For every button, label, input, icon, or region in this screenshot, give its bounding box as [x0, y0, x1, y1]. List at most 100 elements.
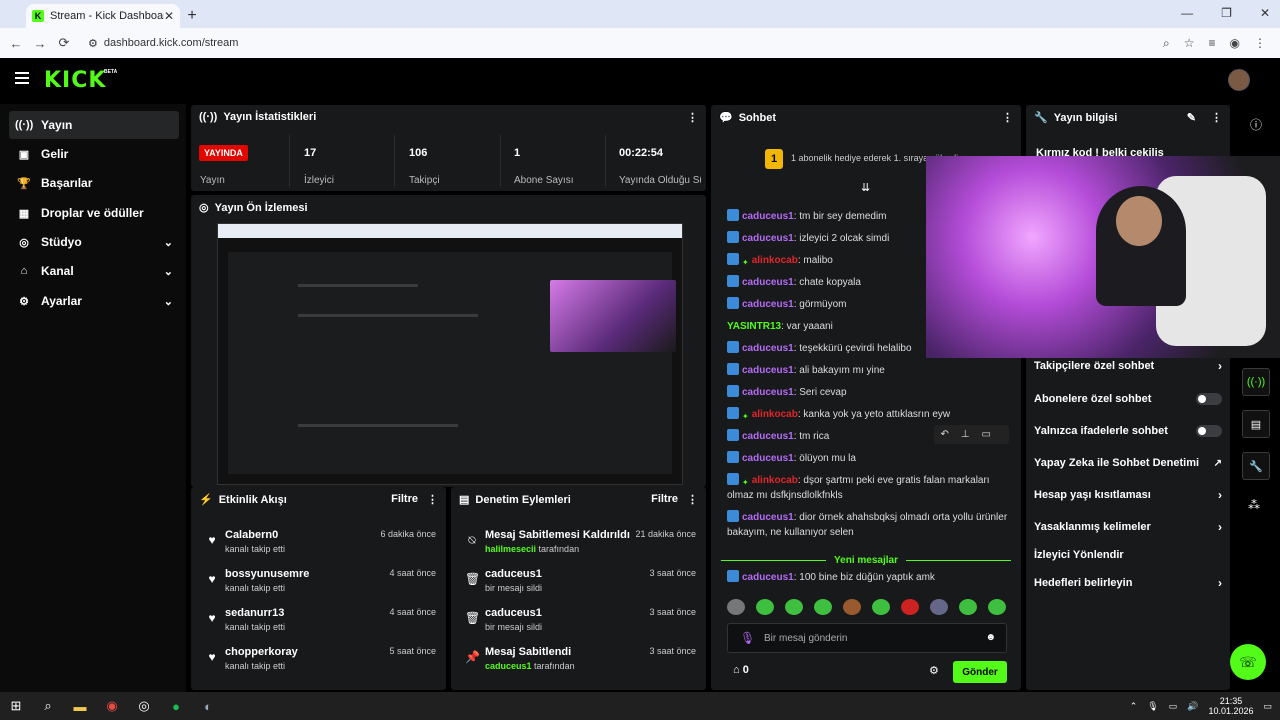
network-icon[interactable]: ▭ — [1169, 701, 1178, 712]
close-tab-icon[interactable]: ✕ — [164, 9, 174, 23]
new-tab-button[interactable]: + — [180, 4, 204, 28]
zoom-icon[interactable]: ⌕ — [1163, 36, 1170, 51]
mic-icon[interactable]: 🎙 — [740, 631, 755, 645]
sidebar-item-droplar[interactable]: ▦ Droplar ve ödüller — [9, 199, 179, 227]
setting-emotes-only[interactable]: Yalnızca ifadelerle sohbet — [1034, 416, 1222, 446]
kick-logo[interactable]: KICK — [44, 68, 106, 93]
list-item[interactable]: ♥ bossyunusemre kanalı takip etti 4 saat ön… — [205, 566, 436, 606]
list-item[interactable]: ♥ sedanurr13 kanalı takip etti 4 saat önce — [205, 605, 436, 645]
emoji-icon[interactable]: ☻ — [985, 632, 996, 643]
widgets-icon[interactable]: ⁂ — [1248, 498, 1260, 512]
sidebar-item-gelir[interactable]: ▣ Gelir — [9, 140, 179, 168]
more-options-icon[interactable]: ⋮ — [687, 111, 698, 124]
back-icon[interactable]: ← — [4, 36, 28, 51]
media-icon[interactable]: ≡ — [1209, 36, 1216, 51]
setting-banned-words[interactable]: Yasaklanmış kelimeler › — [1034, 512, 1222, 542]
pin-icon[interactable]: ⊥ — [961, 429, 982, 440]
setting-subs-only[interactable]: Abonelere özel sohbet — [1034, 384, 1222, 414]
scroll-down-icon[interactable]: ⇊ — [861, 181, 870, 194]
mic-tray-icon[interactable]: 🎙 — [1147, 701, 1158, 712]
chat-message[interactable]: ✦ alinkocab: dşor şartmı peki eve gratis … — [727, 473, 1009, 503]
chat-message[interactable]: caduceus1: ali bakayım mı yine — [727, 363, 1009, 378]
wrench-rail-icon[interactable]: 🔧 — [1242, 452, 1270, 480]
broadcast-rail-icon[interactable]: ((·)) — [1242, 368, 1270, 396]
bookmark-star-icon[interactable]: ☆ — [1184, 36, 1195, 51]
chat-message[interactable]: caduceus1: dior örnek ahahsbqksj olmadı … — [727, 510, 1009, 540]
chat-settings-icon[interactable]: ⚙ — [929, 664, 939, 677]
list-item[interactable]: 📌 Mesaj Sabitlendi caduceus1 tarafından 3 s… — [465, 644, 696, 684]
points-display[interactable]: ⌂ 0 — [733, 664, 749, 676]
file-explorer-icon[interactable]: ▬ — [64, 692, 96, 720]
chat-message[interactable]: caduceus1: ölüyon mu la — [727, 451, 1009, 466]
emote-icon[interactable] — [930, 599, 948, 615]
url-input[interactable]: dashboard.kick.com/stream — [104, 37, 239, 49]
chat-message[interactable]: caduceus1: Seri cevap — [727, 385, 1009, 400]
list-item[interactable]: 🗑 caduceus1 bir mesajı sildi 3 saat önce — [465, 566, 696, 606]
setting-ai-moderation[interactable]: Yapay Zeka ile Sohbet Denetimi ↗ — [1034, 448, 1222, 478]
reload-icon[interactable]: ⟳ — [52, 35, 76, 51]
emote-icon[interactable] — [988, 599, 1006, 615]
chat-message[interactable]: caduceus1: 100 bine biz düğün yaptık amk — [727, 570, 1009, 585]
minimize-icon[interactable]: — — [1181, 6, 1193, 20]
stream-preview-video[interactable] — [217, 223, 683, 485]
sidebar-item-yayin[interactable]: ((·)) Yayın — [9, 111, 179, 139]
close-window-icon[interactable]: ✕ — [1260, 6, 1270, 20]
chat-message[interactable]: caduceus1: tm rica ↶⊥▭ — [727, 425, 1009, 444]
sidebar-item-basarilar[interactable]: 🏆 Başarılar — [9, 169, 179, 197]
setting-account-age[interactable]: Hesap yaşı kısıtlaması › — [1034, 480, 1222, 510]
setting-raid[interactable]: İzleyici Yönlendir — [1034, 540, 1222, 570]
forward-icon[interactable]: → — [28, 36, 52, 51]
menu-icon[interactable]: ⋮ — [1254, 36, 1266, 51]
filter-button[interactable]: Filtre — [391, 493, 418, 505]
browser-tab[interactable]: K Stream - Kick Dashboard ✕ — [26, 4, 180, 28]
list-item[interactable]: 🗑 caduceus1 bir mesajı sildi 3 saat önce — [465, 605, 696, 645]
list-item[interactable]: ⍉ Mesaj Sabitlemesi Kaldırıldı halilmeseci… — [465, 527, 696, 567]
setting-goals[interactable]: Hedefleri belirleyin › — [1034, 568, 1222, 598]
spotify-icon[interactable]: ● — [160, 692, 192, 720]
chrome-icon[interactable]: ◉ — [96, 692, 128, 720]
panel-title: Etkinlik Akışı — [218, 493, 287, 506]
windows-start-icon[interactable]: ⊞ — [0, 692, 32, 720]
edit-icon[interactable]: ✎ — [1187, 111, 1196, 124]
info-icon[interactable]: ⓘ — [1250, 116, 1262, 133]
notification-icon[interactable]: ▭ — [1263, 701, 1272, 712]
list-item[interactable]: ♥ Calabern0 kanalı takip etti 6 dakika önce — [205, 527, 436, 567]
emote-icon[interactable] — [785, 599, 803, 615]
emote-icon[interactable] — [756, 599, 774, 615]
emote-icon[interactable] — [843, 599, 861, 615]
emote-icon[interactable] — [872, 599, 890, 615]
filter-button[interactable]: Filtre — [651, 493, 678, 505]
menu-hamburger-icon[interactable] — [15, 72, 29, 84]
sidebar-item-studyo[interactable]: ◎ Stüdyo ⌄ — [9, 228, 179, 256]
emotes-only-toggle[interactable] — [1196, 425, 1222, 437]
support-chat-button[interactable]: ☏ — [1230, 644, 1266, 680]
obs-icon[interactable]: ◎ — [128, 692, 160, 720]
clock[interactable]: 21:35 10.01.2026 — [1208, 696, 1253, 716]
emote-icon[interactable] — [901, 599, 919, 615]
chat-input[interactable]: 🎙 Bir mesaj gönderin ☻ — [727, 623, 1007, 653]
list-item[interactable]: ♥ chopperkoray kanalı takip etti 5 saat önc… — [205, 644, 436, 684]
emote-icon[interactable] — [959, 599, 977, 615]
volume-icon[interactable]: 🔊 — [1187, 701, 1198, 712]
chat-message[interactable]: ✦ alinkocab: kanka yok ya yeto attıklasrı… — [727, 407, 1009, 422]
more-options-icon[interactable]: ⋮ — [427, 493, 438, 506]
more-options-icon[interactable]: ⋮ — [687, 493, 698, 506]
site-info-icon[interactable]: ⚙ — [88, 37, 98, 50]
search-icon[interactable]: ⌕ — [32, 692, 64, 720]
more-options-icon[interactable]: ⋮ — [1211, 111, 1222, 124]
user-avatar[interactable] — [1228, 69, 1250, 91]
emote-icon[interactable] — [814, 599, 832, 615]
layout-rail-icon[interactable]: ▤ — [1242, 410, 1270, 438]
maximize-icon[interactable]: ❐ — [1221, 6, 1232, 20]
sidebar-item-ayarlar[interactable]: ⚙ Ayarlar ⌄ — [9, 287, 179, 315]
emote-icon[interactable] — [727, 599, 745, 615]
steam-icon[interactable]: ◐ — [192, 692, 224, 720]
sidebar-item-kanal[interactable]: ⌂ Kanal ⌄ — [9, 257, 179, 285]
more-options-icon[interactable]: ⋮ — [1002, 111, 1013, 124]
trash-icon[interactable]: ▭ — [982, 429, 1003, 440]
subs-only-toggle[interactable] — [1196, 393, 1222, 405]
send-button[interactable]: Gönder — [953, 661, 1007, 683]
reply-icon[interactable]: ↶ — [940, 429, 960, 440]
profile-icon[interactable]: ◉ — [1230, 36, 1240, 51]
tray-chevron-icon[interactable]: ⌃ — [1130, 701, 1138, 712]
